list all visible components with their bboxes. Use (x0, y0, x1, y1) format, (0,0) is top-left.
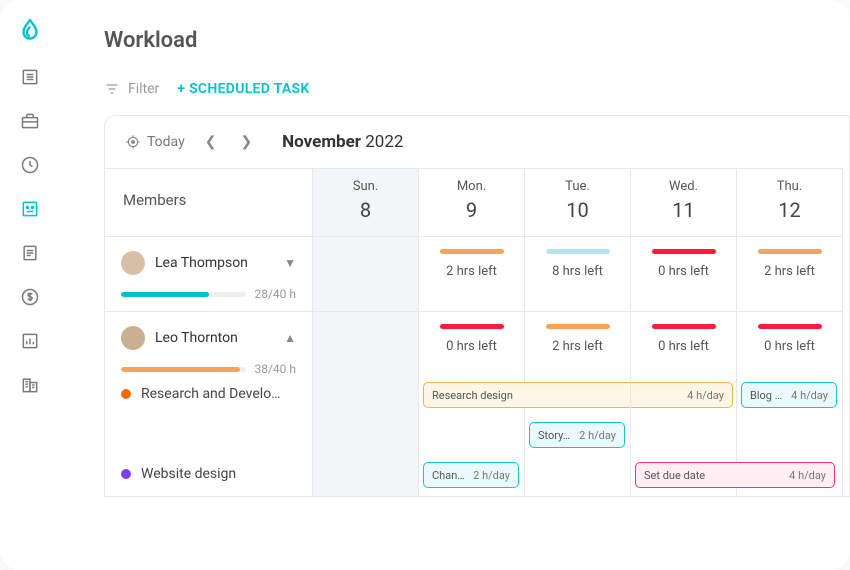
member-name: Lea Thompson (155, 255, 248, 271)
day-cell: 8 hrs left (525, 236, 631, 311)
workload-panel: Today ❮ ❯ November 2022 Members Sun.8 Mo… (104, 115, 850, 497)
day-header-tue: Tue.10 (525, 168, 631, 236)
day-cell (313, 236, 419, 311)
avatar (121, 251, 145, 275)
day-cell: 2 hrs left (419, 236, 525, 311)
toolbar: Filter + SCHEDULED TASK (104, 81, 850, 97)
year: 2022 (365, 132, 403, 152)
nav-dollar-icon[interactable] (19, 286, 41, 308)
nav-building-icon[interactable] (19, 374, 41, 396)
filter-label: Filter (128, 81, 159, 97)
project-item[interactable]: Website design (121, 466, 296, 482)
today-label: Today (147, 134, 185, 150)
day-cell (313, 311, 419, 376)
target-icon (125, 134, 141, 150)
project-label-cell: Research and Develo… (105, 376, 313, 416)
capacity-text: 28/40 h (254, 287, 296, 301)
task-hours: 4 h/day (791, 389, 828, 402)
day-header-sun: Sun.8 (313, 168, 419, 236)
task-bar[interactable]: Story… 2 h/day (529, 422, 625, 448)
day-cell: 0 hrs left (419, 311, 525, 376)
day-header-wed: Wed.11 (631, 168, 737, 236)
member-row: Leo Thornton ▲ 38/40 h (105, 311, 313, 376)
prev-arrow[interactable]: ❮ (201, 134, 221, 150)
nav-chart-icon[interactable] (19, 330, 41, 352)
members-header: Members (105, 168, 313, 236)
app-logo (17, 18, 43, 44)
next-arrow[interactable]: ❯ (236, 134, 256, 150)
day-cell: 2 hrs left (737, 236, 843, 311)
filter-icon (104, 81, 120, 97)
filter-button[interactable]: Filter (104, 81, 159, 97)
project-dot-icon (121, 389, 131, 399)
project-name: Website design (141, 466, 236, 482)
task-label: Research design (432, 389, 513, 402)
nav-briefcase-icon[interactable] (19, 110, 41, 132)
chevron-down-icon[interactable]: ▼ (284, 256, 296, 270)
day-header-mon: Mon.9 (419, 168, 525, 236)
scheduled-task-button[interactable]: + SCHEDULED TASK (177, 81, 309, 97)
avatar (121, 326, 145, 350)
task-label: Story… (538, 429, 570, 442)
day-header-thu: Thu.12 (737, 168, 843, 236)
task-hours: 2 h/day (473, 469, 510, 482)
today-button[interactable]: Today (125, 134, 185, 150)
date-nav: Today ❮ ❯ November 2022 (105, 116, 849, 168)
task-bar[interactable]: Blog p… 4 h/day (741, 382, 837, 408)
month-display: November 2022 (282, 132, 403, 152)
day-cell: 0 hrs left (631, 311, 737, 376)
task-label: Blog p… (750, 389, 783, 402)
page-title: Workload (104, 28, 850, 53)
project-item[interactable]: Research and Develo… (121, 386, 296, 402)
member-header[interactable]: Leo Thornton ▲ (121, 326, 296, 350)
task-hours: 2 h/day (579, 429, 616, 442)
nav-workload-icon[interactable] (19, 198, 41, 220)
nav-note-icon[interactable] (19, 242, 41, 264)
workload-grid: Members Sun.8 Mon.9 Tue.10 Wed.11 Thu.12… (105, 168, 849, 496)
task-bar[interactable]: Chang… 2 h/day (423, 462, 519, 488)
day-cell: 0 hrs left (737, 311, 843, 376)
sidebar (0, 0, 60, 570)
month-name: November (282, 132, 361, 152)
capacity-text: 38/40 h (254, 362, 296, 376)
member-row: Lea Thompson ▼ 28/40 h (105, 236, 313, 311)
day-cell: 0 hrs left (631, 236, 737, 311)
task-label: Chang… (432, 469, 465, 482)
nav-list-icon[interactable] (19, 66, 41, 88)
task-label: Set due date (644, 469, 705, 482)
day-cell: 2 hrs left (525, 311, 631, 376)
nav-clock-icon[interactable] (19, 154, 41, 176)
capacity-bar (121, 367, 246, 372)
main-content: Workload Filter + SCHEDULED TASK Today ❮… (60, 0, 850, 570)
capacity-bar (121, 292, 246, 297)
member-header[interactable]: Lea Thompson ▼ (121, 251, 296, 275)
project-dot-icon (121, 469, 131, 479)
member-name: Leo Thornton (155, 330, 238, 346)
chevron-up-icon[interactable]: ▲ (284, 331, 296, 345)
project-label-cell: Website design (105, 456, 313, 496)
project-name: Research and Develo… (141, 386, 281, 402)
